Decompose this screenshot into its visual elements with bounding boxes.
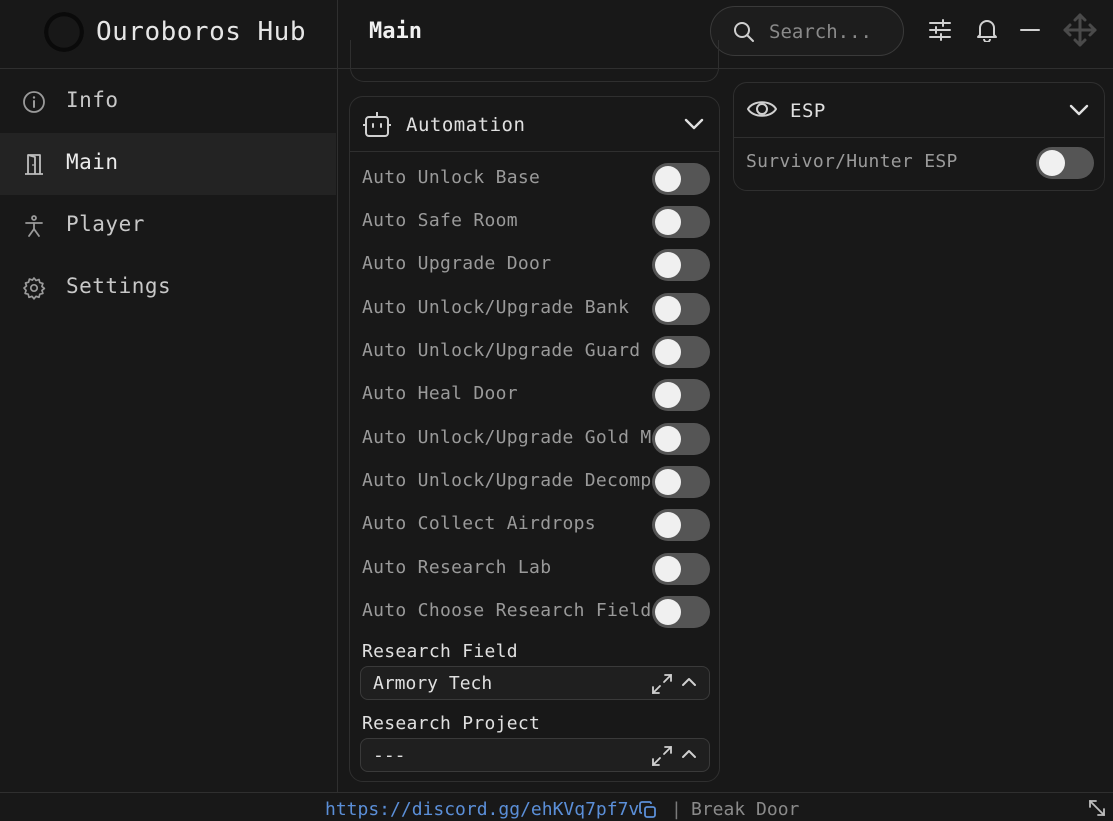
- toggle-label: Auto Upgrade Door: [362, 253, 552, 274]
- toggle-knob: [655, 512, 681, 538]
- esp-title: ESP: [790, 100, 826, 122]
- collapsed-section-card: [350, 40, 719, 82]
- toggle-row-auto-choose-research-field: Auto Choose Research Field: [362, 596, 710, 630]
- toggle-knob: [655, 426, 681, 452]
- ouroboros-logo-icon: [44, 12, 84, 52]
- sidebar-item-label: Settings: [66, 274, 172, 298]
- door-icon: [25, 154, 43, 175]
- sidebar-item-label: Info: [66, 88, 119, 112]
- move-icon[interactable]: [1062, 12, 1098, 48]
- toggle-row-auto-upgrade-door: Auto Upgrade Door: [362, 249, 710, 283]
- toggle-knob: [655, 382, 681, 408]
- toggle-row-auto-safe-room: Auto Safe Room: [362, 206, 710, 240]
- copy-icon[interactable]: [639, 801, 657, 819]
- toggle-switch[interactable]: [652, 466, 710, 498]
- expand-icon[interactable]: [651, 673, 673, 695]
- sidebar-item-settings[interactable]: Settings: [0, 257, 336, 319]
- toggle-switch[interactable]: [652, 509, 710, 541]
- bell-icon[interactable]: [974, 17, 1000, 43]
- toggle-switch[interactable]: [652, 206, 710, 238]
- chevron-up-icon[interactable]: [681, 748, 697, 760]
- toggle-switch[interactable]: [652, 293, 710, 325]
- esp-section: ESP Survivor/Hunter ESP: [733, 82, 1105, 191]
- sidebar-item-label: Player: [66, 212, 145, 236]
- toggle-label: Auto Collect Airdrops: [362, 513, 596, 534]
- toggle-row-auto-heal-door: Auto Heal Door: [362, 379, 710, 413]
- toggle-label: Auto Choose Research Field: [362, 600, 652, 621]
- toggle-label: Auto Unlock/Upgrade Decomposer: [362, 470, 652, 491]
- automation-header[interactable]: Automation: [350, 97, 719, 152]
- toggle-knob: [655, 296, 681, 322]
- gear-icon: [23, 277, 46, 300]
- automation-section: Automation Auto Unlock Base Auto Safe Ro…: [349, 96, 720, 782]
- toggle-switch[interactable]: [652, 379, 710, 411]
- toggle-knob: [655, 166, 681, 192]
- toggle-row-auto-gold-machine: Auto Unlock/Upgrade Gold Machine: [362, 423, 710, 457]
- toggle-switch[interactable]: [652, 553, 710, 585]
- toggle-switch[interactable]: [652, 249, 710, 281]
- toggle-row-auto-decomposer: Auto Unlock/Upgrade Decomposer: [362, 466, 710, 500]
- toggle-knob: [655, 599, 681, 625]
- sidebar-item-main[interactable]: Main: [0, 133, 336, 195]
- toggle-row-auto-unlock-base: Auto Unlock Base: [362, 163, 710, 197]
- app-title: Ouroboros Hub: [96, 17, 306, 47]
- toggle-knob: [655, 209, 681, 235]
- toggle-label: Auto Unlock/Upgrade Gold Machine: [362, 427, 652, 448]
- toggle-label: Auto Heal Door: [362, 383, 518, 404]
- research-project-label: Research Project: [362, 713, 541, 734]
- toggle-knob: [655, 556, 681, 582]
- toggle-switch[interactable]: [652, 163, 710, 195]
- robot-icon: [363, 112, 391, 137]
- status-bar: https://discord.gg/ehKVq7pf7v | Break Do…: [0, 792, 1113, 821]
- toggle-row-auto-research-lab: Auto Research Lab: [362, 553, 710, 587]
- sidebar-divider: [337, 0, 338, 792]
- toggle-label: Survivor/Hunter ESP: [746, 151, 958, 172]
- toggle-label: Auto Unlock/Upgrade Guard: [362, 340, 641, 361]
- toggle-label: Auto Safe Room: [362, 210, 518, 231]
- person-icon: [25, 215, 43, 237]
- toggle-label: Auto Unlock/Upgrade Bank: [362, 297, 630, 318]
- discord-link[interactable]: https://discord.gg/ehKVq7pf7v: [325, 799, 639, 820]
- sidebar-item-player[interactable]: Player: [0, 195, 336, 257]
- toggle-row-survivor-hunter-esp: Survivor/Hunter ESP: [746, 147, 1094, 181]
- app-window: Ouroboros Hub Main Search... Info Main P…: [0, 0, 1113, 820]
- sidebar-item-label: Main: [66, 150, 119, 174]
- toggle-switch[interactable]: [1036, 147, 1094, 179]
- toggle-switch[interactable]: [652, 336, 710, 368]
- toggle-knob: [655, 469, 681, 495]
- status-text: Break Door: [691, 799, 800, 820]
- sidebar-item-info[interactable]: Info: [0, 71, 336, 133]
- toggle-knob: [655, 252, 681, 278]
- sliders-icon[interactable]: [927, 17, 953, 43]
- minimize-icon[interactable]: [1017, 17, 1043, 43]
- toggle-switch[interactable]: [652, 423, 710, 455]
- toggle-switch[interactable]: [652, 596, 710, 628]
- search-input[interactable]: [769, 19, 895, 45]
- toggle-knob: [655, 339, 681, 365]
- expand-icon[interactable]: [651, 745, 673, 767]
- automation-title: Automation: [406, 114, 526, 136]
- research-project-value: ---: [373, 745, 406, 766]
- toggle-label: Auto Unlock Base: [362, 167, 541, 188]
- toggle-label: Auto Research Lab: [362, 557, 552, 578]
- toggle-row-auto-airdrops: Auto Collect Airdrops: [362, 509, 710, 543]
- esp-header[interactable]: ESP: [734, 83, 1104, 138]
- research-project-dropdown[interactable]: ---: [360, 738, 710, 772]
- toggle-row-auto-bank: Auto Unlock/Upgrade Bank: [362, 293, 710, 327]
- eye-icon: [747, 101, 777, 117]
- search-icon: [734, 22, 754, 42]
- chevron-down-icon[interactable]: [1068, 99, 1090, 121]
- toggle-row-auto-guard: Auto Unlock/Upgrade Guard: [362, 336, 710, 370]
- info-icon: [23, 91, 45, 113]
- footer-separator: |: [671, 799, 682, 820]
- research-field-value: Armory Tech: [373, 673, 493, 694]
- resize-icon[interactable]: [1088, 799, 1106, 817]
- chevron-up-icon[interactable]: [681, 676, 697, 688]
- research-field-dropdown[interactable]: Armory Tech: [360, 666, 710, 700]
- chevron-down-icon[interactable]: [683, 113, 705, 135]
- research-field-label: Research Field: [362, 641, 518, 662]
- toggle-knob: [1039, 150, 1065, 176]
- search-box[interactable]: [710, 6, 904, 56]
